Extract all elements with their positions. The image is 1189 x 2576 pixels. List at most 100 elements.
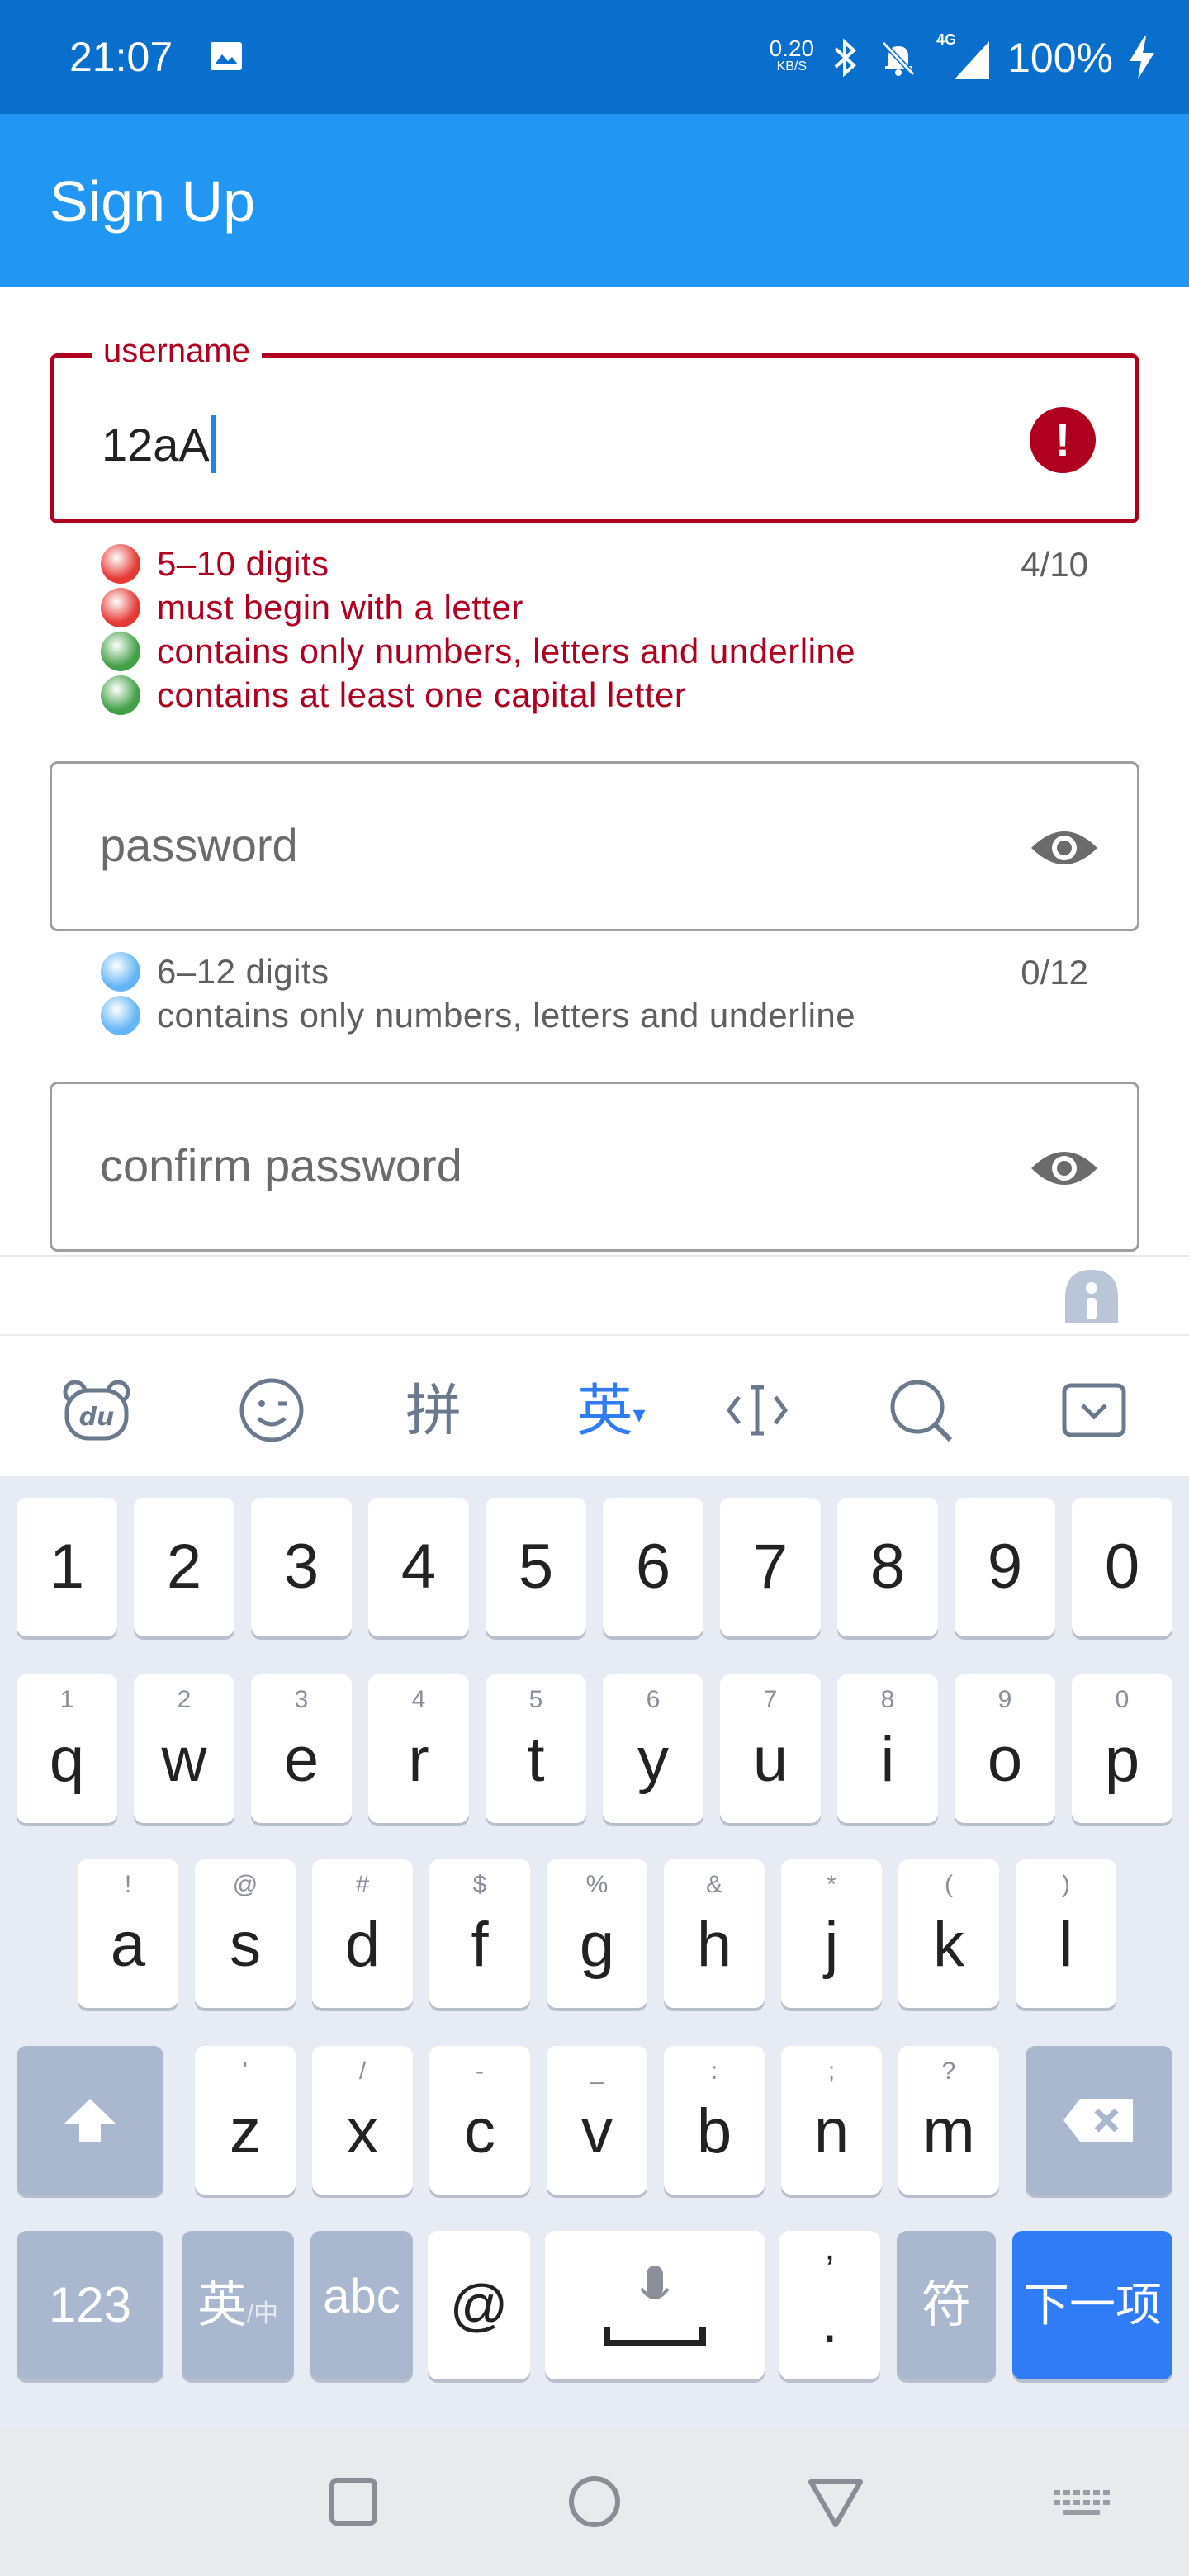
password-rules: 6–12 digits contains only numbers, letter…: [101, 949, 1092, 1037]
key-4[interactable]: 4: [368, 1498, 469, 1636]
key-label: 9: [987, 1532, 1023, 1602]
key-2[interactable]: 2: [134, 1498, 234, 1636]
key-b[interactable]: :b: [664, 2046, 765, 2195]
key-k[interactable]: (k: [898, 1859, 999, 2008]
validation-rule: must begin with a letter: [101, 585, 1092, 629]
charging-icon: [1130, 36, 1154, 79]
validation-rule: contains only numbers, letters and under…: [101, 993, 1092, 1037]
key-label: e: [283, 1725, 320, 1795]
key-i[interactable]: 8i: [837, 1674, 938, 1823]
key-v[interactable]: _ v: [547, 2046, 647, 2195]
english-mode-button[interactable]: 英▾: [561, 1374, 661, 1448]
du-bear-icon[interactable]: du: [59, 1374, 134, 1448]
key-5[interactable]: 5: [486, 1498, 586, 1636]
key-label: o: [987, 1725, 1023, 1795]
validation-rule-text: 5–10 digits: [157, 543, 329, 583]
key-label: h: [696, 1910, 732, 1980]
key-at[interactable]: @: [428, 2231, 530, 2379]
key-e[interactable]: 3e: [251, 1674, 352, 1823]
hide-keyboard-icon[interactable]: [1057, 1374, 1131, 1448]
key-j[interactable]: * j: [781, 1859, 882, 2008]
numbers-key[interactable]: 123: [17, 2231, 163, 2379]
key-hint: ': [243, 2057, 248, 2085]
key-label: i: [880, 1725, 895, 1795]
username-input[interactable]: 12aA: [102, 415, 216, 473]
key-d[interactable]: # d: [312, 1859, 413, 2008]
key-hint: _: [590, 2057, 604, 2085]
abc-key[interactable]: abc: [310, 2231, 413, 2379]
password-field[interactable]: password: [50, 761, 1139, 931]
keyboard-switch-icon[interactable]: [1049, 2469, 1115, 2535]
key-l[interactable]: ) l: [1016, 1859, 1116, 2008]
key-x[interactable]: / x: [312, 2046, 413, 2195]
username-rules: 5–10 digits must begin with a letter conta…: [101, 542, 1092, 717]
key-8[interactable]: 8: [837, 1498, 938, 1636]
recents-icon[interactable]: [320, 2469, 386, 2535]
key-m[interactable]: ? m: [898, 2046, 999, 2195]
search-icon[interactable]: [883, 1374, 958, 1448]
key-w[interactable]: 2w: [134, 1674, 234, 1823]
key-label: v: [581, 2096, 613, 2166]
status-dot-icon: [101, 587, 140, 627]
key-hint: ): [1062, 1871, 1070, 1898]
app-bar: Sign Up: [0, 114, 1189, 287]
key-t[interactable]: 5t: [486, 1674, 586, 1823]
username-field[interactable]: username 12aA !: [50, 333, 1139, 523]
key-label: abc: [323, 2270, 400, 2323]
key-hint: 7: [763, 1686, 778, 1713]
key-label: s: [230, 1910, 261, 1980]
shift-icon: [64, 2099, 116, 2142]
punctuation-key[interactable]: ’.: [779, 2231, 880, 2379]
keyboard-assistant-icon[interactable]: [1060, 1265, 1123, 1328]
symbols-key[interactable]: 符: [897, 2231, 996, 2379]
key-0[interactable]: 0: [1072, 1498, 1172, 1636]
key-3[interactable]: 3: [251, 1498, 352, 1636]
key-u[interactable]: 7u: [720, 1674, 821, 1823]
confirm-password-field[interactable]: confirm password: [50, 1082, 1139, 1252]
network-speed: 0.20 KB/S: [769, 36, 815, 74]
status-dot-icon: [101, 675, 140, 715]
key-hint: /: [358, 2057, 367, 2085]
home-icon[interactable]: [561, 2469, 628, 2535]
key-1[interactable]: 1: [17, 1498, 117, 1636]
key-label: 3: [283, 1532, 320, 1602]
key-p[interactable]: 0p: [1072, 1674, 1172, 1823]
key-h[interactable]: & h: [664, 1859, 765, 2008]
key-7[interactable]: 7: [720, 1498, 821, 1636]
emoji-icon[interactable]: [234, 1374, 309, 1448]
key-9[interactable]: 9: [955, 1498, 1055, 1636]
backspace-key[interactable]: [1026, 2046, 1172, 2195]
key-n[interactable]: ; n: [781, 2046, 882, 2195]
validation-rule: contains at least one capital letter: [101, 673, 1092, 717]
key-hint: 9: [997, 1686, 1012, 1713]
language-switch-key[interactable]: 英/中: [182, 2231, 294, 2379]
space-key[interactable]: [545, 2231, 765, 2379]
image-notification-icon: [211, 42, 242, 70]
key-f[interactable]: $ f: [429, 1859, 530, 2008]
key-a[interactable]: ! a: [78, 1859, 178, 2008]
cursor-control-icon[interactable]: [720, 1374, 794, 1448]
key-label: 4: [400, 1532, 437, 1602]
key-label: m: [922, 2096, 975, 2166]
next-field-key[interactable]: 下一项: [1012, 2231, 1172, 2379]
shift-key[interactable]: [17, 2046, 163, 2195]
key-label: 8: [869, 1532, 906, 1602]
toggle-confirm-visibility-icon[interactable]: [1028, 1139, 1101, 1198]
key-6[interactable]: 6: [603, 1498, 703, 1636]
pinyin-mode-button[interactable]: 拼: [396, 1374, 471, 1448]
key-hint: %: [585, 1871, 609, 1898]
backspace-icon: [1063, 2099, 1133, 2142]
toggle-password-visibility-icon[interactable]: [1028, 818, 1101, 878]
key-y[interactable]: 6y: [603, 1674, 703, 1823]
key-s[interactable]: @ s: [195, 1859, 296, 2008]
key-z[interactable]: ' z: [195, 2046, 296, 2195]
key-hint: 4: [411, 1686, 426, 1713]
key-o[interactable]: 9o: [955, 1674, 1055, 1823]
key-q[interactable]: 1q: [17, 1674, 117, 1823]
key-label: 6: [635, 1532, 671, 1602]
back-icon[interactable]: [803, 2469, 869, 2535]
key-r[interactable]: 4r: [368, 1674, 469, 1823]
key-g[interactable]: % g: [547, 1859, 647, 2008]
key-c[interactable]: -c: [429, 2046, 530, 2195]
keyboard-top-strip: [0, 1255, 1189, 1334]
